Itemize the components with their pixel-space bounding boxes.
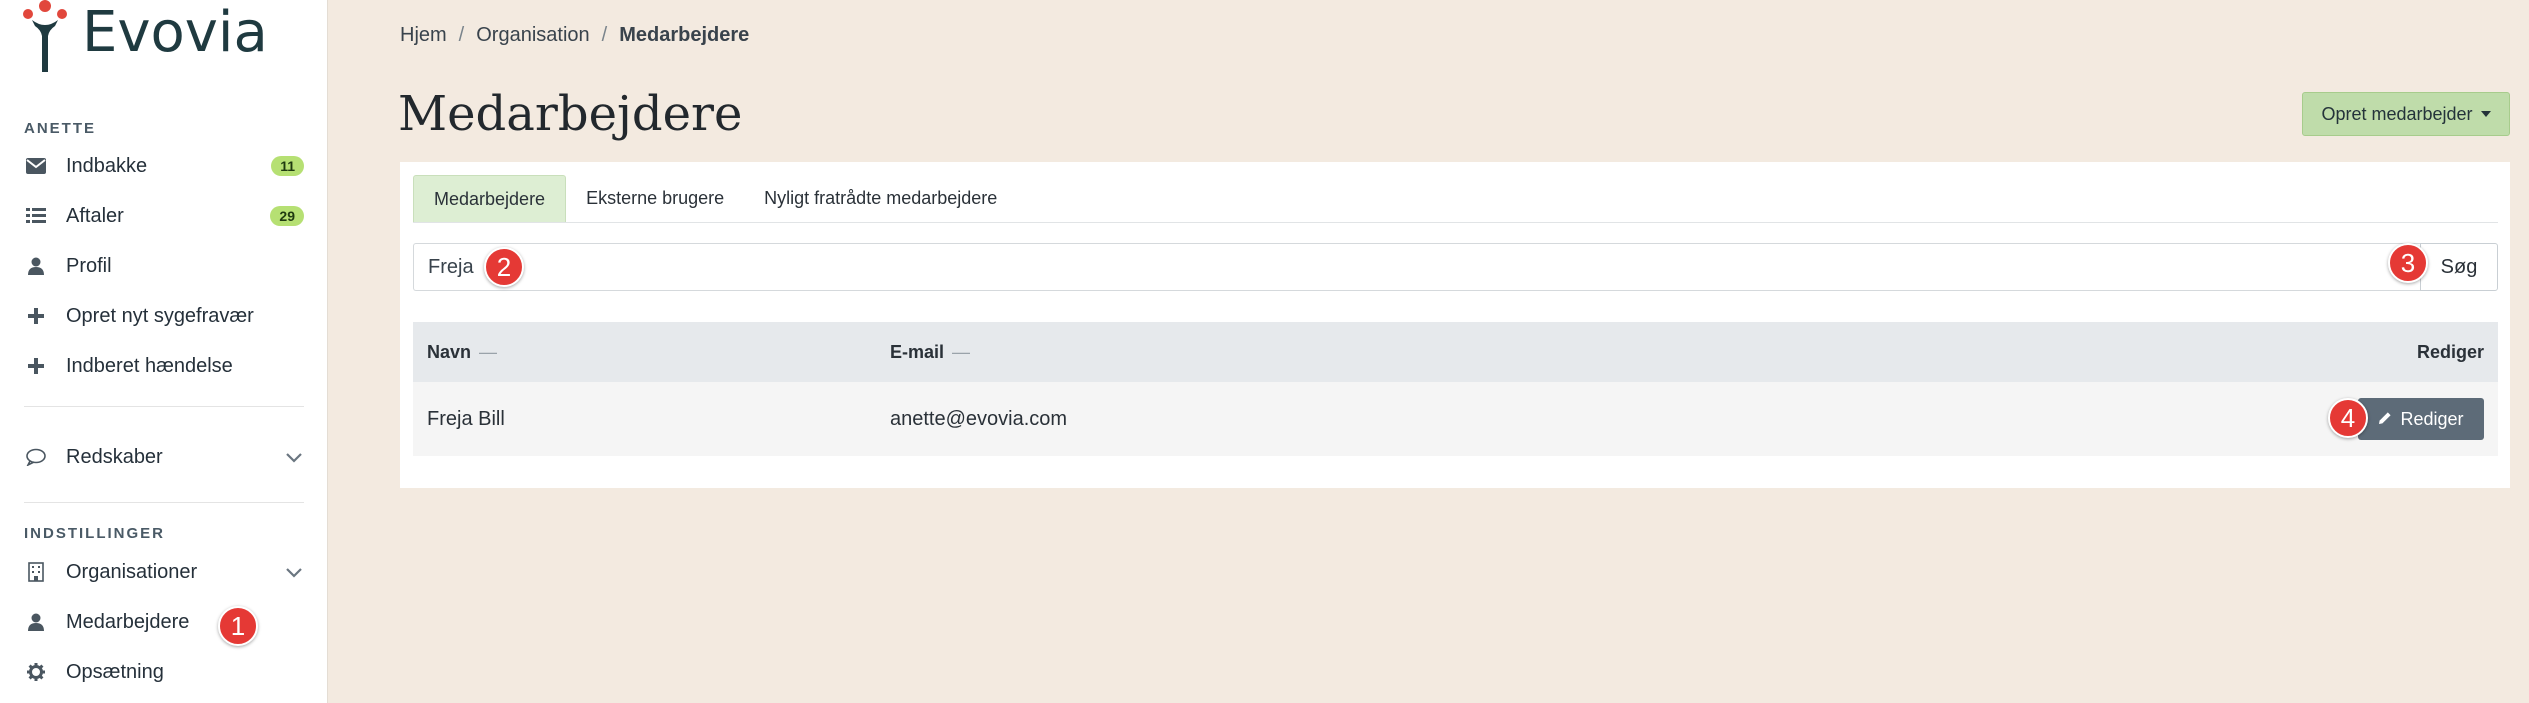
sidebar-item-label: Profil — [66, 254, 112, 277]
plus-icon — [24, 304, 48, 328]
inbox-count-badge: 11 — [271, 156, 304, 176]
sort-indicator-icon: — — [479, 341, 498, 362]
search-button[interactable]: Søg — [2420, 243, 2498, 291]
evovia-logo[interactable]: Evovia — [22, 0, 268, 72]
sidebar-divider — [24, 502, 304, 503]
envelope-icon — [24, 154, 48, 178]
tab-bar: Medarbejdere Eksterne brugere Nyligt fra… — [413, 175, 2498, 223]
user-icon — [24, 254, 48, 278]
breadcrumb-home-link[interactable]: Hjem — [400, 24, 447, 47]
create-employee-dropdown-button[interactable]: Opret medarbejder — [2302, 92, 2510, 136]
edit-employee-button[interactable]: Rediger — [2358, 398, 2484, 440]
annotation-marker-4: 4 — [2328, 398, 2368, 438]
plus-icon — [24, 354, 48, 378]
sidebar-item-profile[interactable]: Profil — [0, 244, 328, 288]
edit-button-label: Rediger — [2400, 408, 2464, 429]
brand-name: Evovia — [82, 0, 268, 65]
sidebar-item-new-sick-leave[interactable]: Opret nyt sygefravær — [0, 294, 328, 338]
tab-external-users[interactable]: Eksterne brugere — [566, 175, 744, 222]
table-header: Navn — E-mail — Rediger — [413, 322, 2498, 382]
sort-indicator-icon: — — [952, 341, 971, 362]
tab-recently-resigned[interactable]: Nyligt fratrådte medarbejdere — [744, 175, 1017, 222]
sidebar-divider — [24, 406, 304, 407]
sidebar: Evovia ANETTE Indbakke 11 Aftaler 29 Pro… — [0, 0, 328, 703]
caret-down-icon — [2480, 111, 2491, 117]
sidebar-item-appointments[interactable]: Aftaler 29 — [0, 194, 328, 238]
sidebar-item-tools[interactable]: Redskaber — [0, 435, 328, 479]
search-bar: Søg — [413, 243, 2498, 291]
table-row: Freja Bill anette@evovia.com Rediger — [413, 382, 2498, 456]
sidebar-item-label: Indberet hændelse — [66, 354, 233, 377]
sidebar-item-employees[interactable]: Medarbejdere — [0, 600, 328, 644]
appointments-count-badge: 29 — [270, 206, 304, 226]
sidebar-item-label: Redskaber — [66, 445, 163, 468]
sidebar-item-label: Opsætning — [66, 660, 164, 683]
sidebar-item-inbox[interactable]: Indbakke 11 — [0, 144, 328, 188]
search-input[interactable] — [413, 243, 2420, 291]
section-settings: INDSTILLINGER — [24, 525, 165, 542]
sidebar-item-label: Aftaler — [66, 204, 124, 227]
employees-panel: Medarbejdere Eksterne brugere Nyligt fra… — [400, 162, 2510, 488]
annotation-marker-2: 2 — [484, 247, 524, 287]
breadcrumb-separator: / — [601, 24, 608, 46]
create-employee-label: Opret medarbejder — [2321, 103, 2473, 124]
column-header-name[interactable]: Navn — — [413, 342, 890, 363]
calendar-list-icon — [24, 204, 48, 228]
sidebar-item-label: Opret nyt sygefravær — [66, 304, 254, 327]
chevron-down-icon[interactable] — [286, 446, 302, 469]
column-header-email-label: E-mail — [890, 341, 945, 362]
gear-icon — [24, 660, 48, 684]
chat-bubble-icon — [24, 445, 48, 469]
breadcrumb-organisation-link[interactable]: Organisation — [476, 24, 589, 47]
annotation-marker-3: 3 — [2388, 243, 2428, 283]
sidebar-item-report-incident[interactable]: Indberet hændelse — [0, 344, 328, 388]
sidebar-item-label: Indbakke — [66, 154, 148, 177]
breadcrumb: Hjem / Organisation / Medarbejdere — [400, 24, 749, 47]
cell-name: Freja Bill — [427, 407, 505, 430]
breadcrumb-current: Medarbejdere — [619, 24, 750, 46]
user-icon — [24, 610, 48, 634]
column-header-edit: Rediger — [2416, 341, 2484, 362]
building-icon — [24, 560, 48, 584]
column-header-name-label: Navn — [427, 341, 472, 362]
annotation-marker-1: 1 — [218, 606, 258, 646]
logo-figure-icon — [23, 0, 67, 72]
column-header-email[interactable]: E-mail — — [890, 342, 2298, 363]
breadcrumb-separator: / — [458, 24, 465, 46]
chevron-down-icon[interactable] — [286, 561, 302, 584]
cell-email: anette@evovia.com — [890, 407, 1068, 430]
section-user: ANETTE — [24, 120, 96, 137]
page-title: Medarbejdere — [398, 86, 743, 142]
tab-employees[interactable]: Medarbejdere — [413, 175, 567, 222]
sidebar-item-label: Organisationer — [66, 560, 198, 583]
pencil-icon — [2378, 409, 2392, 430]
employees-table: Navn — E-mail — Rediger Freja Bill anett… — [413, 322, 2498, 456]
sidebar-item-label: Medarbejdere — [66, 610, 190, 633]
sidebar-item-organisations[interactable]: Organisationer — [0, 550, 328, 594]
sidebar-item-setup[interactable]: Opsætning — [0, 650, 328, 694]
